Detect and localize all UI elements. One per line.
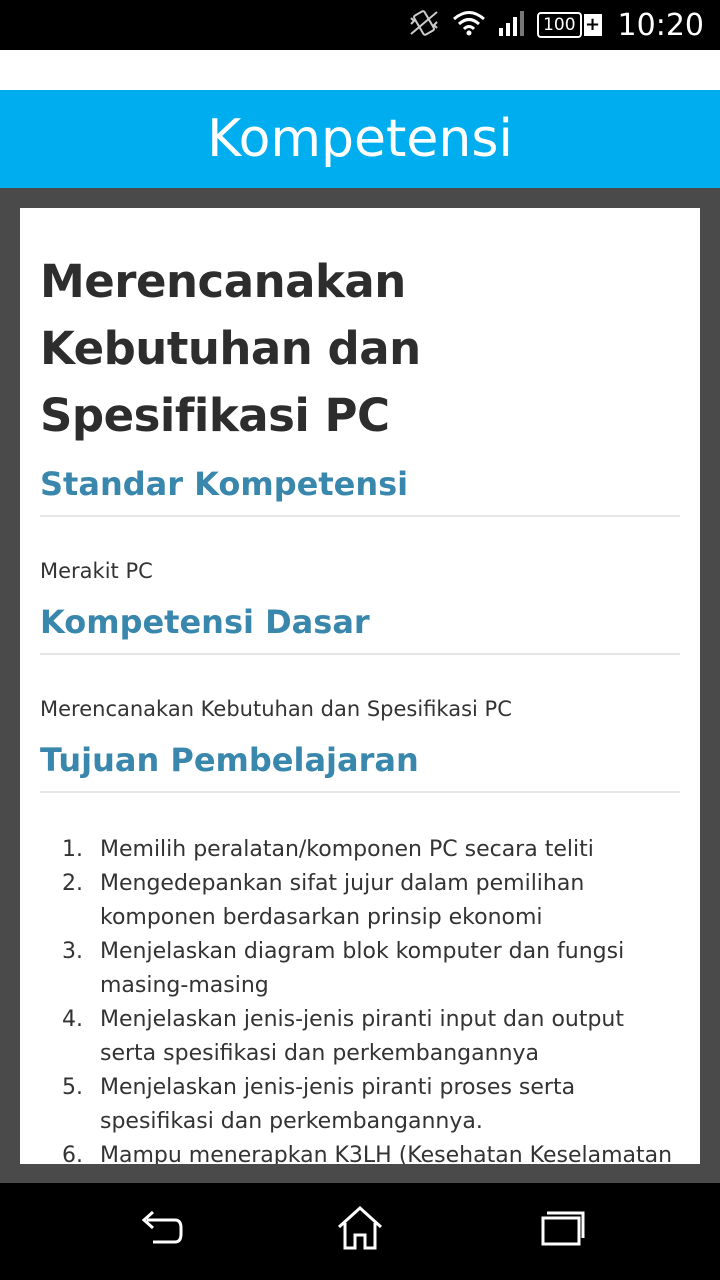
section-heading-kompetensi-dasar: Kompetensi Dasar	[40, 587, 680, 655]
list-item: Menjelaskan diagram blok komputer dan fu…	[90, 935, 680, 1003]
section-heading-tujuan: Tujuan Pembelajaran	[40, 725, 680, 793]
page-title: Merencanakan Kebutuhan dan Spesifikasi P…	[40, 255, 421, 442]
home-button[interactable]	[330, 1205, 390, 1255]
list-item: Menjelaskan jenis-jenis piranti input da…	[90, 1003, 680, 1071]
app-bar-title: Kompetensi	[207, 109, 513, 169]
wifi-icon	[451, 8, 487, 42]
app-bar: Kompetensi	[0, 90, 720, 188]
list-item: Mampu menerapkan K3LH (Kesehatan Keselam…	[90, 1139, 680, 1164]
status-icons: 100 + 10:20	[407, 0, 704, 50]
battery-level: 100	[537, 12, 582, 38]
list-item: Menjelaskan jenis-jenis piranti proses s…	[90, 1071, 680, 1139]
section-text-kompetensi-dasar: Merencanakan Kebutuhan dan Spesifikasi P…	[40, 697, 512, 721]
recents-icon	[535, 1208, 585, 1252]
recents-button[interactable]	[530, 1205, 590, 1255]
charging-icon: +	[583, 14, 602, 36]
status-bar: 100 + 10:20	[0, 0, 720, 50]
content-area[interactable]: Merencanakan Kebutuhan dan Spesifikasi P…	[0, 188, 720, 1183]
battery-icon: 100 +	[537, 12, 602, 38]
navigation-bar	[0, 1183, 720, 1280]
list-item: Mengedepankan sifat jujur dalam pemiliha…	[90, 867, 680, 935]
top-spacer	[0, 50, 720, 90]
section-text-standar: Merakit PC	[40, 559, 153, 583]
goals-list: Memilih peralatan/komponen PC secara tel…	[40, 833, 680, 1164]
content-card[interactable]: Merencanakan Kebutuhan dan Spesifikasi P…	[20, 208, 700, 1164]
back-button[interactable]	[130, 1205, 190, 1255]
section-heading-standar: Standar Kompetensi	[40, 449, 680, 517]
status-time: 10:20	[617, 7, 704, 43]
signal-icon	[497, 8, 527, 42]
home-icon	[335, 1205, 385, 1255]
back-icon	[135, 1208, 185, 1252]
list-item: Memilih peralatan/komponen PC secara tel…	[90, 833, 680, 867]
vibrate-icon	[407, 8, 441, 42]
